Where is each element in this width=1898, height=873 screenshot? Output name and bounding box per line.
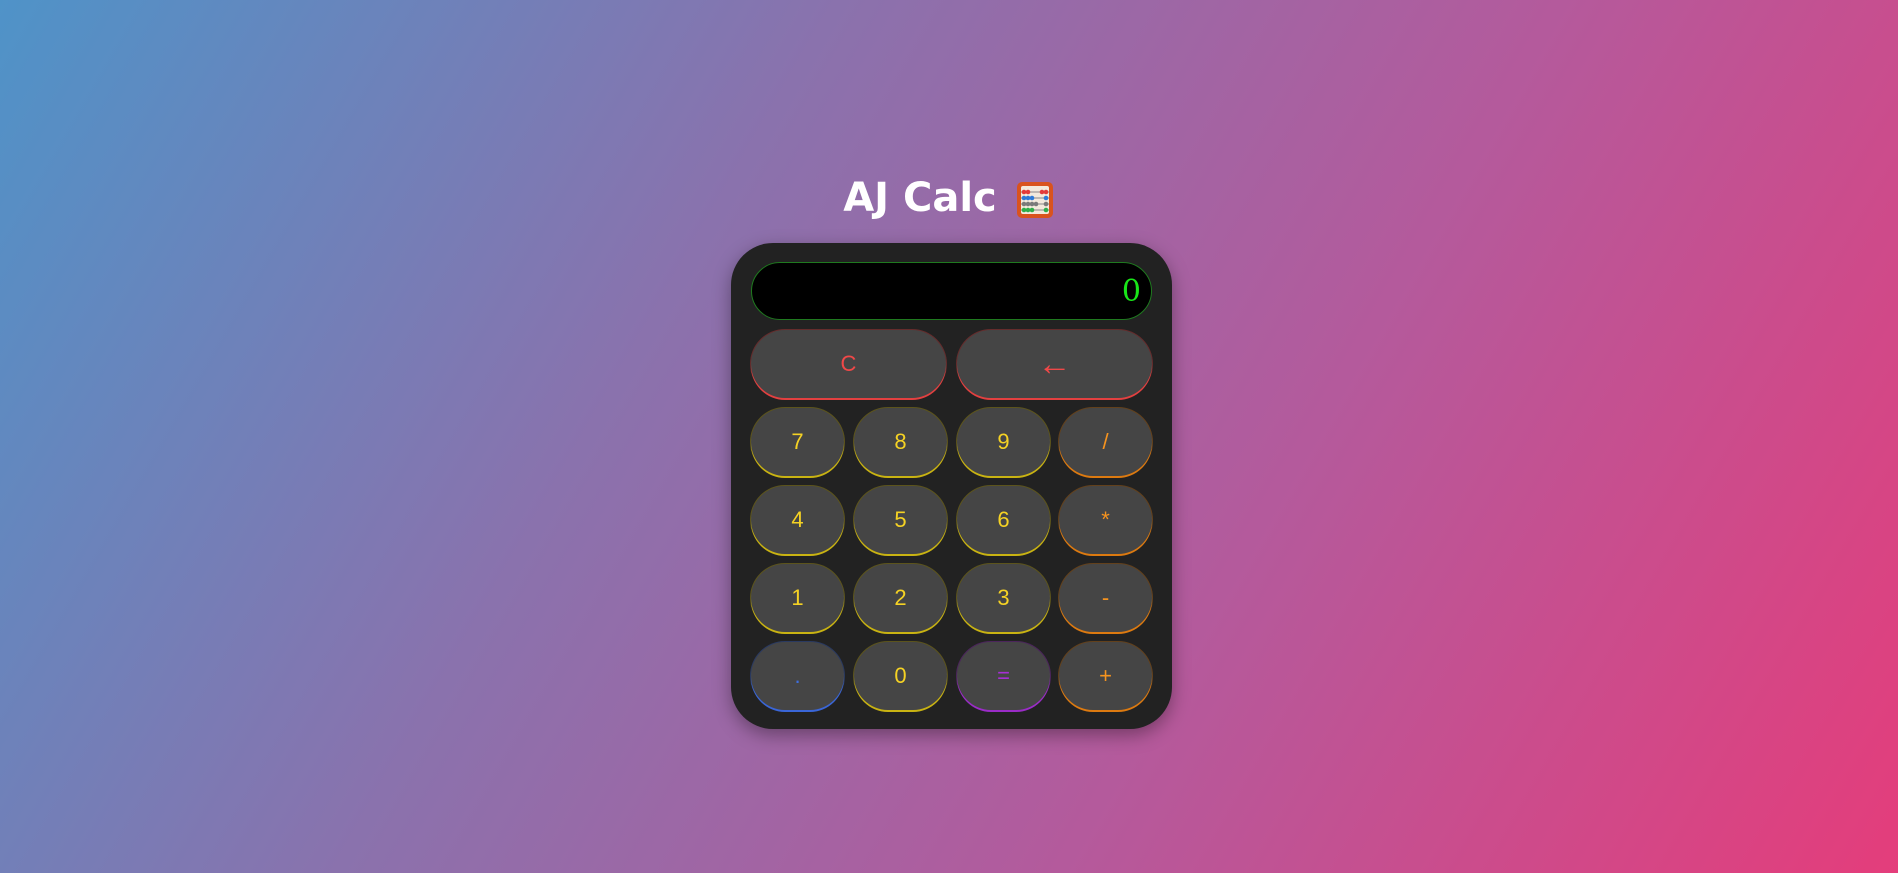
digit-6-button[interactable]: 6	[957, 486, 1050, 554]
digit-9-button[interactable]: 9	[957, 408, 1050, 476]
backspace-button[interactable]: ←	[957, 330, 1152, 398]
clear-button[interactable]: C	[751, 330, 946, 398]
divide-button[interactable]: /	[1059, 408, 1152, 476]
digit-0-button[interactable]: 0	[854, 642, 947, 710]
digit-2-button[interactable]: 2	[854, 564, 947, 632]
title-text: AJ Calc	[843, 175, 997, 221]
decimal-button[interactable]: .	[751, 642, 844, 710]
display: 0	[751, 262, 1152, 320]
digit-7-button[interactable]: 7	[751, 408, 844, 476]
subtract-button[interactable]: -	[1059, 564, 1152, 632]
digit-5-button[interactable]: 5	[854, 486, 947, 554]
add-button[interactable]: +	[1059, 642, 1152, 710]
calculator: 0 C ← 7 8 9 / 4 5 6 * 1 2 3 - . 0 = +	[731, 243, 1172, 729]
app-title: AJ Calc	[0, 170, 1898, 226]
multiply-button[interactable]: *	[1059, 486, 1152, 554]
abacus-icon	[1015, 179, 1055, 219]
digit-1-button[interactable]: 1	[751, 564, 844, 632]
equals-button[interactable]: =	[957, 642, 1050, 710]
digit-3-button[interactable]: 3	[957, 564, 1050, 632]
digit-4-button[interactable]: 4	[751, 486, 844, 554]
digit-8-button[interactable]: 8	[854, 408, 947, 476]
